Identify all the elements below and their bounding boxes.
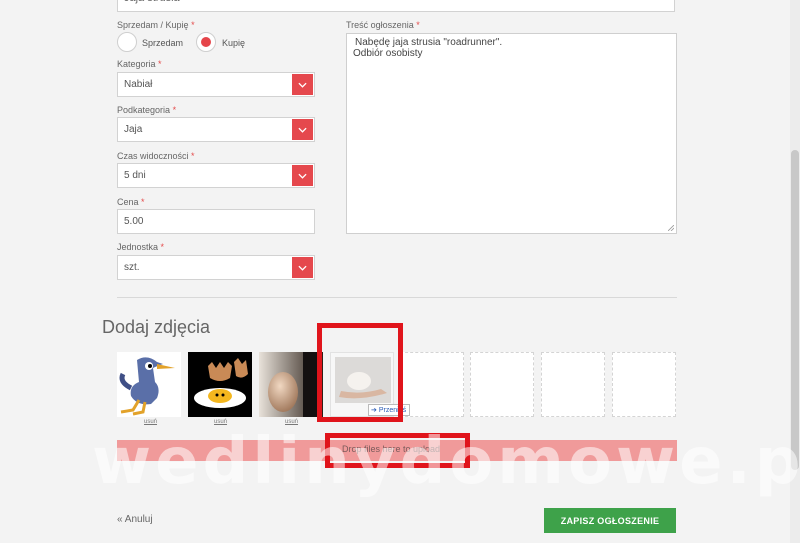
visibility-select[interactable]: 5 dni [117,163,315,188]
subcategory-label: Podkategoria * [117,105,177,115]
delete-photo-3[interactable]: usuń [285,419,298,425]
chevron-down-icon[interactable] [292,119,313,140]
submit-button[interactable]: ZAPISZ OGŁOSZENIE [544,508,676,533]
unit-value: szt. [124,262,140,273]
egg-bottle-image [259,352,323,417]
roadrunner-image [117,352,181,417]
delete-photo-1[interactable]: usuń [144,419,157,425]
chevron-down-icon[interactable] [292,74,313,95]
radio-sprzedam[interactable] [117,32,137,52]
radio-kupie[interactable] [196,32,216,52]
photo-slot-7[interactable] [541,352,605,417]
category-select[interactable]: Nabiał [117,72,315,97]
content-line-1: Nabędę jaja strusia "roadrunner". [355,37,503,48]
title-input[interactable]: Jaja strusia [117,0,675,12]
visibility-value: 5 dni [124,170,146,181]
photos-title: Dodaj zdjęcia [102,317,211,337]
chevron-down-icon[interactable] [292,165,313,186]
radio-kupie-label: Kupię [222,38,246,48]
unit-select[interactable]: szt. [117,255,315,280]
visibility-label: Czas widoczności * [117,151,195,161]
category-label: Kategoria * [117,59,162,69]
content-textarea[interactable]: Nabędę jaja strusia "roadrunner". Odbiór… [346,33,677,234]
scrollbar-thumb[interactable] [791,150,799,470]
resize-grip-icon[interactable] [668,225,674,231]
price-input[interactable]: 5.00 [117,209,315,234]
price-label: Cena * [117,197,145,207]
content-label: Treść ogłoszenia * [346,20,420,30]
type-label: Sprzedam / Kupię * [117,20,195,30]
subcategory-select[interactable]: Jaja [117,117,315,142]
cartoon-egg-image [188,352,252,417]
category-value: Nabiał [124,79,153,90]
cancel-link[interactable]: « Anuluj [117,514,153,525]
photo-slot-6[interactable] [470,352,534,417]
photo-slot-8[interactable] [612,352,676,417]
chevron-down-icon[interactable] [292,257,313,278]
highlight-box-dropzone [325,433,470,468]
subcategory-value: Jaja [124,124,143,135]
delete-photo-2[interactable]: usuń [214,419,227,425]
highlight-box-photo [317,323,403,422]
divider [117,297,677,298]
unit-label: Jednostka * [117,242,165,252]
radio-sprzedam-label: Sprzedam [142,38,184,48]
content-line-2: Odbiór osobisty [353,48,423,59]
